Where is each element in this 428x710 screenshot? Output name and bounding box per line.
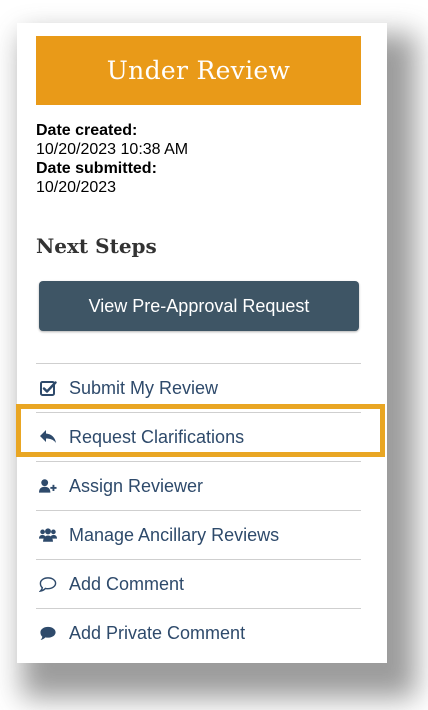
status-banner: Under Review (36, 36, 361, 105)
add-comment-label: Add Comment (69, 573, 185, 594)
add-private-comment-action[interactable]: Add Private Comment (36, 608, 361, 657)
dates-block: Date created: 10/20/2023 10:38 AM Date s… (36, 121, 188, 197)
manage-ancillary-reviews-action[interactable]: Manage Ancillary Reviews (36, 510, 361, 559)
next-steps-heading: Next Steps (36, 234, 157, 258)
request-clarifications-action[interactable]: Request Clarifications (36, 412, 361, 461)
date-submitted-value: 10/20/2023 (36, 179, 117, 196)
assign-reviewer-action[interactable]: Assign Reviewer (36, 461, 361, 510)
submit-my-review-action[interactable]: Submit My Review (36, 363, 361, 412)
comment-solid-icon (39, 624, 57, 642)
manage-ancillary-reviews-label: Manage Ancillary Reviews (69, 524, 280, 545)
date-submitted-label: Date submitted: (36, 160, 157, 177)
assign-reviewer-label: Assign Reviewer (69, 475, 204, 496)
date-created-value: 10/20/2023 10:38 AM (36, 141, 189, 158)
add-comment-action[interactable]: Add Comment (36, 559, 361, 608)
view-pre-approval-request-button[interactable]: View Pre-Approval Request (39, 281, 359, 331)
submit-my-review-label: Submit My Review (69, 377, 219, 398)
user-add-icon (39, 477, 57, 495)
checkbox-check-icon (39, 379, 57, 397)
screenshot-stage: Under Review Date created: 10/20/2023 10… (0, 0, 428, 710)
request-clarifications-label: Request Clarifications (69, 426, 245, 447)
add-private-comment-label: Add Private Comment (69, 622, 246, 643)
comment-outline-icon (39, 575, 57, 593)
date-created-label: Date created: (36, 122, 138, 139)
users-group-icon (39, 526, 57, 544)
reply-arrow-icon (39, 428, 57, 446)
workflow-panel: Under Review Date created: 10/20/2023 10… (17, 23, 387, 663)
actions-list: Submit My Review Request Clarifications (36, 363, 361, 657)
